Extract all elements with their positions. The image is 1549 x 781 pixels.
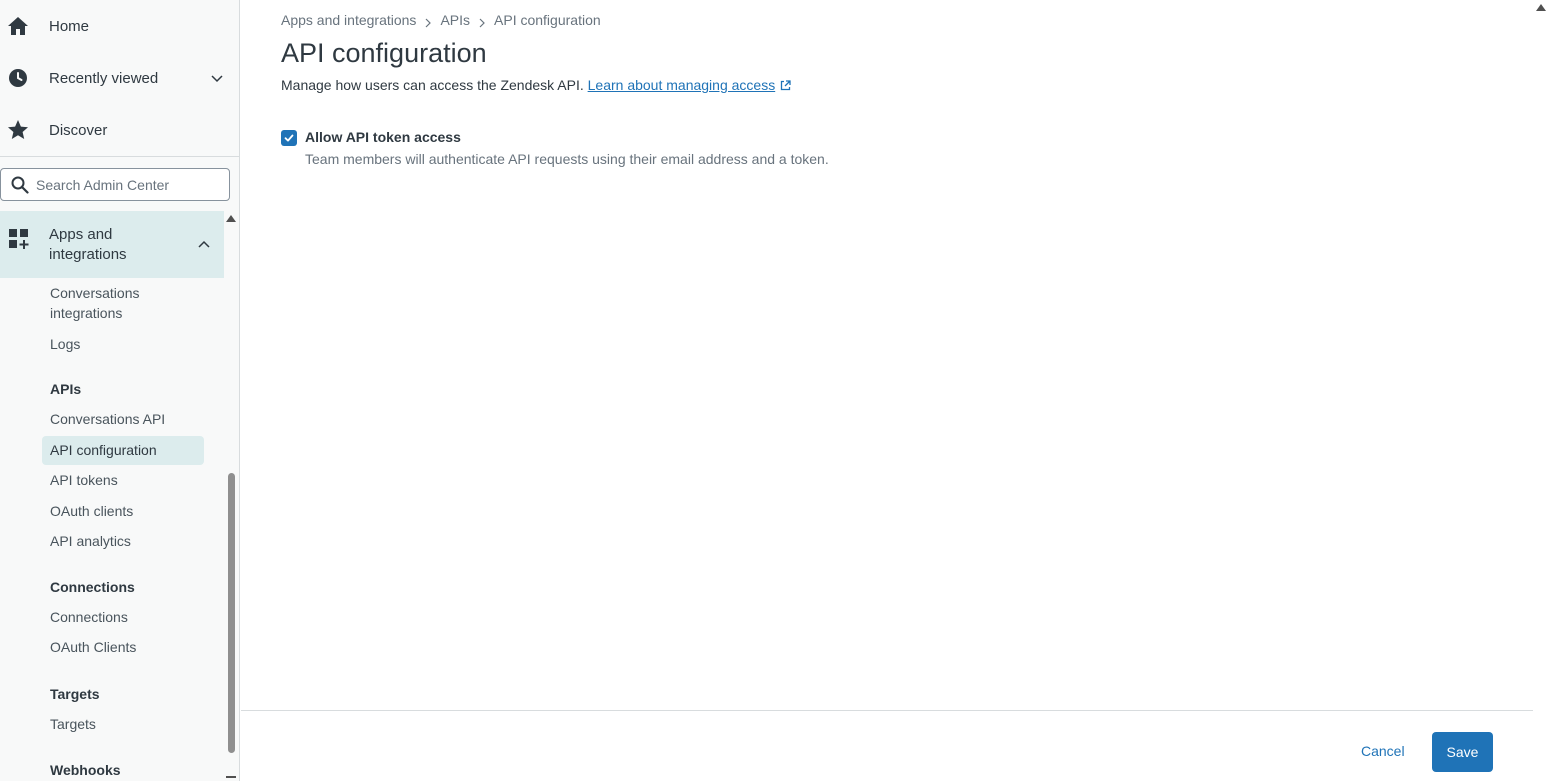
- star-icon: [6, 118, 30, 142]
- sidebar-item-logs[interactable]: Logs: [50, 334, 200, 354]
- breadcrumb: Apps and integrations APIs API configura…: [281, 12, 601, 28]
- chevron-up-icon[interactable]: [196, 237, 212, 253]
- sidebar-item-api-configuration[interactable]: API configuration: [42, 436, 204, 465]
- group-apis: APIs: [50, 381, 82, 397]
- nav-home-label: Home: [49, 17, 90, 35]
- chevron-down-icon[interactable]: [209, 70, 225, 86]
- sidebar-scroll-up-arrow[interactable]: [226, 215, 236, 222]
- sidebar-scroll-down-arrow[interactable]: [226, 776, 236, 778]
- sidebar-item-oauth-clients[interactable]: OAuth clients: [50, 501, 200, 521]
- sidebar-divider: [0, 156, 239, 157]
- sidebar-item-api-analytics[interactable]: API analytics: [50, 531, 200, 551]
- search-input[interactable]: [36, 175, 221, 195]
- cancel-button[interactable]: Cancel: [1349, 731, 1417, 771]
- chevron-right-icon: [424, 15, 432, 28]
- nav-recently-viewed[interactable]: Recently viewed: [0, 52, 239, 104]
- nav-recently-viewed-label: Recently viewed: [49, 69, 159, 87]
- checkmark-icon: [284, 134, 294, 142]
- page-scrollbar[interactable]: [1533, 0, 1549, 781]
- sidebar-item-conversations-integrations[interactable]: Conversations integrations: [50, 283, 200, 323]
- page-title: API configuration: [281, 38, 487, 68]
- search-icon: [11, 176, 29, 194]
- main-content: Apps and integrations APIs API configura…: [241, 0, 1533, 781]
- page-scroll-up-arrow[interactable]: [1536, 4, 1546, 11]
- sidebar-scroll-area: Apps and integrations Conversations inte…: [0, 211, 239, 781]
- page-description-text: Manage how users can access the Zendesk …: [281, 77, 584, 93]
- sidebar-scrollbar-thumb[interactable]: [228, 473, 235, 753]
- sidebar-item-targets[interactable]: Targets: [50, 714, 200, 734]
- action-footer: Cancel Save: [241, 710, 1533, 781]
- page-description: Manage how users can access the Zendesk …: [281, 77, 791, 93]
- home-icon: [6, 14, 30, 38]
- group-targets: Targets: [50, 686, 100, 702]
- sidebar-item-connections[interactable]: Connections: [50, 607, 200, 627]
- sidebar-item-api-tokens[interactable]: API tokens: [50, 470, 200, 490]
- group-connections: Connections: [50, 579, 135, 595]
- allow-api-token-label[interactable]: Allow API token access: [305, 129, 461, 145]
- external-link-icon[interactable]: [780, 78, 791, 91]
- search-box[interactable]: [0, 168, 230, 201]
- apps-add-icon: [8, 228, 30, 250]
- nav-discover-label: Discover: [49, 121, 108, 139]
- nav-home[interactable]: Home: [0, 0, 239, 52]
- sidebar: Home Recently viewed Discover Search Adm…: [0, 0, 240, 781]
- group-webhooks: Webhooks: [50, 762, 121, 778]
- sidebar-item-conversations-api[interactable]: Conversations API: [50, 409, 200, 429]
- sidebar-item-oauth-clients-connections[interactable]: OAuth Clients: [50, 637, 200, 657]
- section-label: Apps and integrations: [49, 226, 127, 263]
- breadcrumb-current: API configuration: [494, 12, 601, 28]
- clock-icon: [6, 66, 30, 90]
- breadcrumb-apps-and-integrations[interactable]: Apps and integrations: [281, 12, 416, 28]
- breadcrumb-apis[interactable]: APIs: [440, 12, 470, 28]
- allow-api-token-hint: Team members will authenticate API reque…: [305, 151, 829, 167]
- allow-api-token-checkbox[interactable]: [281, 130, 297, 146]
- save-button[interactable]: Save: [1432, 732, 1493, 772]
- chevron-right-icon: [478, 15, 486, 28]
- nav-discover[interactable]: Discover: [0, 104, 239, 156]
- learn-more-link[interactable]: Learn about managing access: [588, 77, 776, 93]
- section-apps-and-integrations[interactable]: Apps and integrations: [0, 211, 224, 278]
